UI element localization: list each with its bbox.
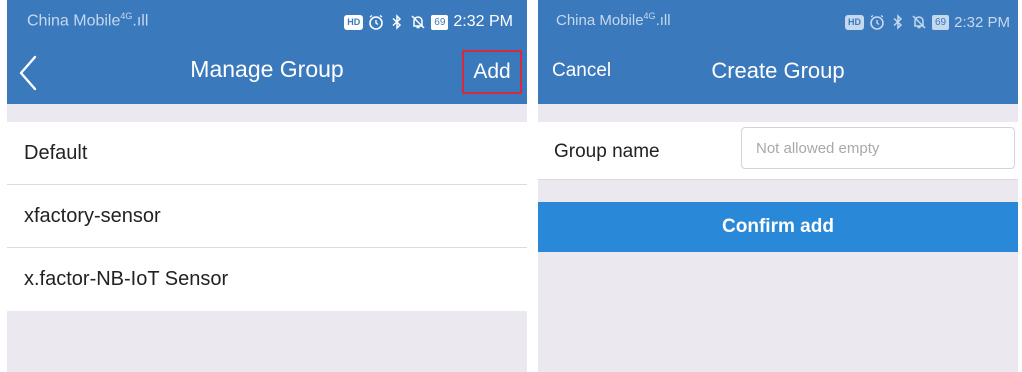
hd-icon: HD (845, 14, 864, 30)
group-name-input[interactable] (741, 127, 1015, 169)
screenshot-pair: China Mobile4G.ıll HD 69 2:32 PM Manage … (0, 0, 1022, 372)
battery-icon: 69 (431, 14, 449, 30)
manage-group-header: China Mobile4G.ıll HD 69 2:32 PM Manage … (7, 0, 527, 104)
page-title: Create Group (711, 58, 845, 83)
signal-icon: .ıll (132, 12, 149, 30)
carrier-label: China Mobile4G.ıll (27, 11, 149, 30)
status-icons: HD 69 2:32 PM (845, 12, 1010, 32)
group-list-item[interactable]: x.factor-NB-IoT Sensor (7, 248, 527, 311)
silent-bell-icon (912, 15, 926, 29)
status-bar: China Mobile4G.ıll HD 69 2:32 PM (538, 0, 1018, 44)
group-name-row: Group name (538, 122, 1018, 180)
add-group-button[interactable]: Add (462, 50, 522, 94)
bluetooth-icon (893, 14, 903, 30)
status-icons: HD 69 2:32 PM (344, 12, 513, 32)
hd-icon: HD (344, 14, 364, 30)
signal-icon: .ıll (655, 12, 671, 29)
confirm-add-button[interactable]: Confirm add (538, 202, 1018, 252)
group-list-item[interactable]: Default (7, 122, 527, 185)
create-group-header: China Mobile4G.ıll HD 69 2:32 PM Cancel … (538, 0, 1018, 104)
battery-icon: 69 (932, 14, 950, 30)
alarm-icon (369, 14, 384, 30)
create-group-screen: China Mobile4G.ıll HD 69 2:32 PM Cancel … (538, 0, 1018, 372)
alarm-icon (870, 14, 884, 30)
group-list: Default xfactory-sensor x.factor-NB-IoT … (7, 122, 527, 311)
network-type: 4G (643, 11, 656, 21)
carrier-label: China Mobile4G.ıll (556, 11, 671, 29)
manage-group-screen: China Mobile4G.ıll HD 69 2:32 PM Manage … (7, 0, 527, 372)
status-time: 2:32 PM (954, 13, 1010, 31)
status-bar: China Mobile4G.ıll HD 69 2:32 PM (7, 0, 527, 44)
group-list-item[interactable]: xfactory-sensor (7, 185, 527, 248)
bluetooth-icon (392, 14, 402, 30)
silent-bell-icon (411, 15, 425, 29)
group-name-label: Group name (554, 141, 660, 162)
page-title: Manage Group (190, 56, 344, 82)
status-time: 2:32 PM (453, 13, 513, 30)
network-type: 4G (120, 11, 133, 21)
